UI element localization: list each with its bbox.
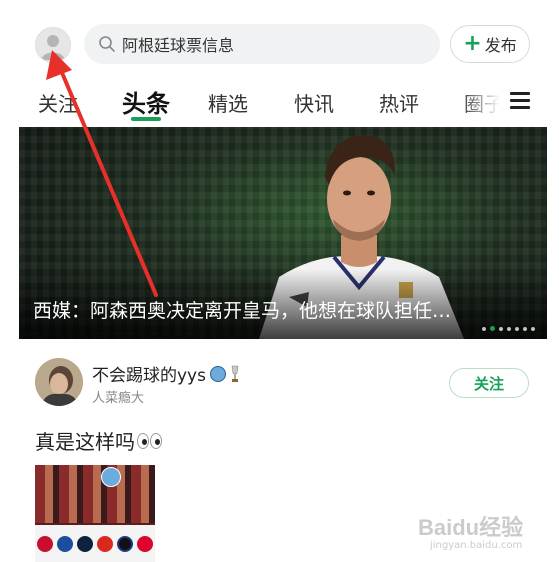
tab-featured[interactable]: 精选 <box>208 88 248 117</box>
carousel-dot <box>482 326 486 331</box>
watermark-sub: jingyan.baidu.com <box>430 540 523 551</box>
club-logo-icon <box>77 535 93 552</box>
publish-label: 发布 <box>484 36 517 55</box>
author-avatar-image <box>35 358 83 406</box>
tab-hot-comments[interactable]: 热评 <box>379 88 419 117</box>
eyes-emoji-icon <box>137 432 163 449</box>
featured-banner[interactable]: 西媒：阿森西奥决定离开皇马，他想在球队担任… <box>19 127 547 339</box>
club-logo-icon <box>57 535 73 552</box>
user-icon <box>41 35 65 60</box>
user-avatar-button[interactable] <box>35 27 71 63</box>
plus-icon: + <box>463 31 482 56</box>
club-logo-icon <box>137 535 153 552</box>
banner-caption: 西媒：阿森西奥决定离开皇马，他想在球队担任… <box>33 300 452 322</box>
post-text: 真是这样吗 <box>35 426 163 455</box>
post-text-content: 真是这样吗 <box>35 430 135 454</box>
username-text: 不会踢球的yys <box>92 366 206 386</box>
carousel-dot <box>490 326 495 331</box>
trophy-icon <box>231 365 239 382</box>
carousel-dot <box>499 326 503 331</box>
tab-headlines[interactable]: 头条 <box>122 84 170 119</box>
carousel-dot <box>523 326 527 331</box>
search-placeholder: 阿根廷球票信息 <box>122 36 235 55</box>
tab-news-flash[interactable]: 快讯 <box>294 88 334 117</box>
post-author-subtitle: 人菜瘾大 <box>92 391 145 406</box>
baidu-watermark: Baidu经验 jingyan.baidu.com <box>418 510 523 551</box>
thumbnail-bottom-image <box>35 525 155 562</box>
club-logo-icon <box>101 467 121 487</box>
publish-button[interactable]: + 发布 <box>450 25 530 63</box>
carousel-dot <box>507 326 511 331</box>
tab-follow[interactable]: 关注 <box>38 88 78 117</box>
club-logo-icon <box>37 535 53 552</box>
club-logo-icon <box>97 535 113 552</box>
search-icon <box>99 36 115 52</box>
thumbnail-top-image <box>35 465 155 523</box>
tabs-fade <box>460 82 510 122</box>
club-logo-icon <box>117 535 133 552</box>
active-tab-indicator <box>131 117 161 121</box>
carousel-dot <box>531 326 535 331</box>
menu-icon[interactable] <box>510 92 530 110</box>
post-author-avatar[interactable] <box>35 358 83 406</box>
post-image-thumbnail[interactable] <box>35 465 155 562</box>
carousel-indicator <box>482 326 535 331</box>
club-badge-icon <box>209 365 226 382</box>
carousel-dot <box>515 326 519 331</box>
watermark-main: Baidu经验 <box>418 515 524 540</box>
follow-button[interactable]: 关注 <box>449 368 529 398</box>
post-author-name[interactable]: 不会踢球的yys <box>92 361 240 386</box>
search-input[interactable]: 阿根廷球票信息 <box>84 24 440 64</box>
